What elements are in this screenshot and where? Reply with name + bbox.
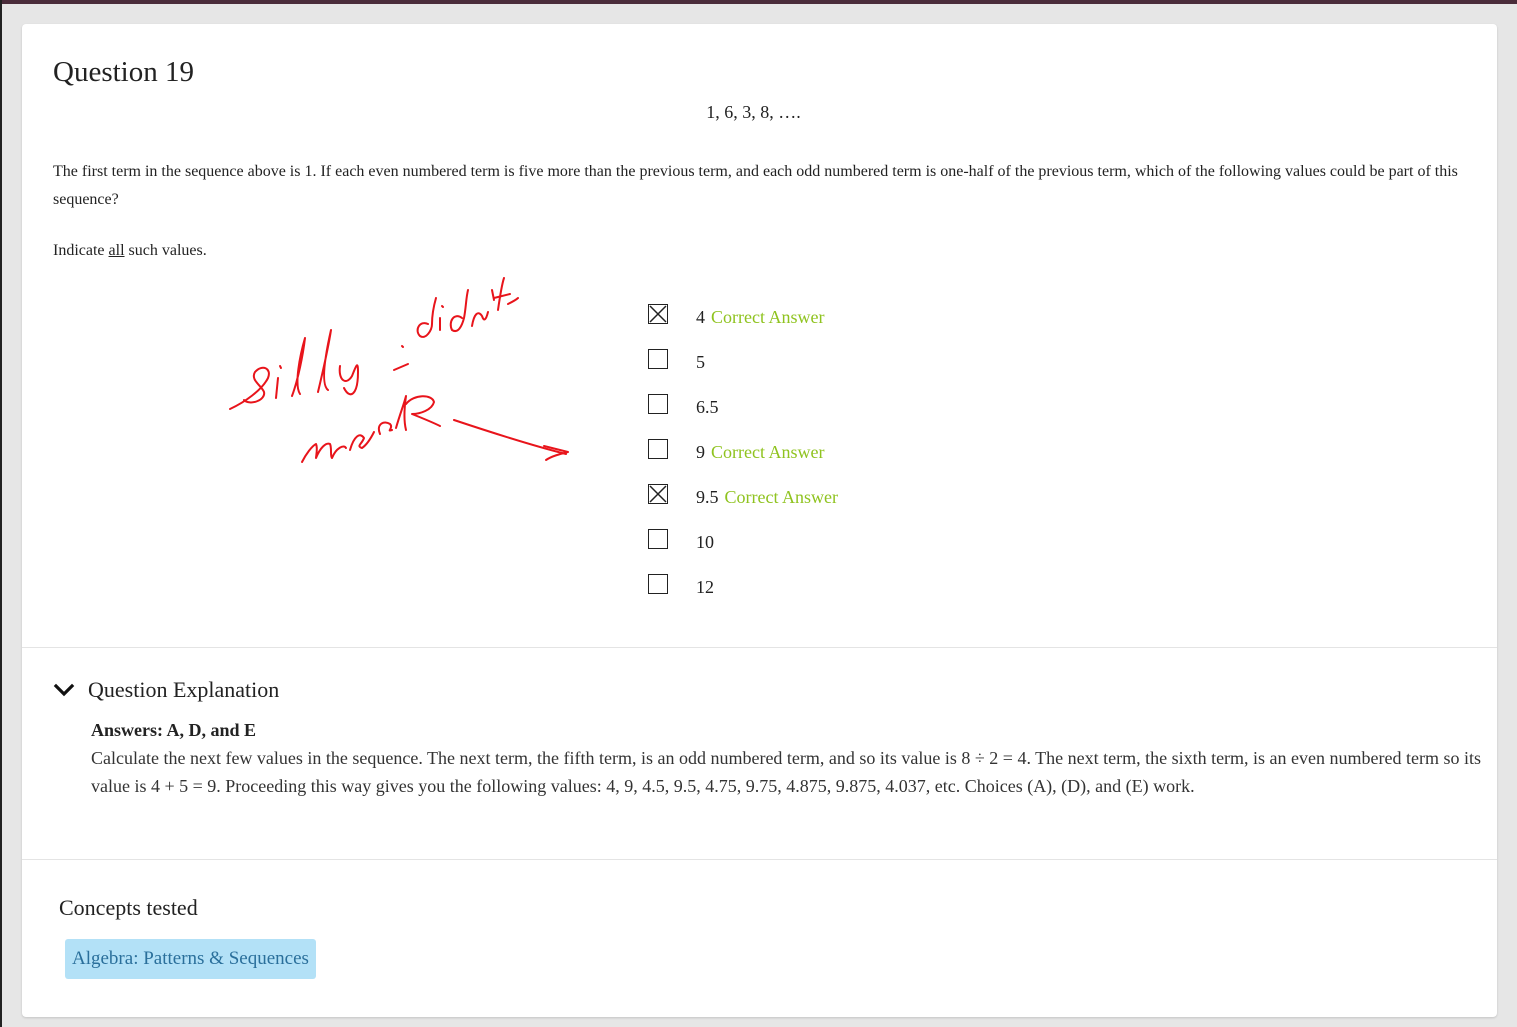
concepts-title: Concepts tested	[59, 895, 198, 920]
choice-b[interactable]: 5	[648, 345, 1048, 390]
explanation-heading: Question Explanation	[88, 677, 280, 702]
choice-f[interactable]: 10	[648, 525, 1048, 570]
window-top-border	[0, 0, 1517, 4]
empty-checkbox-icon[interactable]	[648, 349, 668, 369]
choice-c[interactable]: 6.5	[648, 390, 1048, 435]
choice-d[interactable]: 9 Correct Answer	[648, 435, 1048, 480]
choice-g[interactable]: 12	[648, 570, 1048, 615]
correct-answer-label: Correct Answer	[711, 442, 825, 462]
choice-label: 9 Correct Answer	[696, 442, 824, 463]
indicate-instruction: Indicate all such values.	[53, 242, 207, 260]
x-checkbox-icon[interactable]	[648, 484, 668, 504]
choice-label: 10	[696, 532, 714, 553]
question-title: Question 19	[53, 56, 194, 88]
explanation-toggle[interactable]: Question Explanation	[53, 677, 279, 703]
explanation-answers: Answers: A, D, and E	[91, 720, 257, 740]
chevron-down-icon[interactable]	[53, 679, 75, 701]
choice-label: 12	[696, 577, 714, 598]
indicate-pre: Indicate	[53, 242, 109, 259]
choice-value: 9	[696, 442, 705, 462]
choice-value: 5	[696, 352, 705, 372]
explanation-body: Answers: A, D, and E Calculate the next …	[91, 716, 1481, 800]
choice-value: 10	[696, 532, 714, 552]
window-left-border	[0, 0, 2, 1027]
divider	[22, 647, 1497, 648]
sequence-display: 1, 6, 3, 8, ….	[706, 102, 801, 122]
question-card: Question 19 1, 6, 3, 8, …. The first ter…	[22, 24, 1497, 1017]
choice-value: 6.5	[696, 397, 719, 417]
choice-e[interactable]: 9.5 Correct Answer	[648, 480, 1048, 525]
correct-answer-label: Correct Answer	[711, 307, 825, 327]
choice-value: 4	[696, 307, 705, 327]
explanation-text: Calculate the next few values in the seq…	[91, 748, 1481, 796]
indicate-post: such values.	[124, 242, 207, 259]
choice-label: 6.5	[696, 397, 719, 418]
choice-label: 5	[696, 352, 705, 373]
concept-tag[interactable]: Algebra: Patterns & Sequences	[65, 939, 316, 979]
correct-answer-label: Correct Answer	[724, 487, 838, 507]
choice-label: 9.5 Correct Answer	[696, 487, 838, 508]
choice-value: 12	[696, 577, 714, 597]
choice-a[interactable]: 4 Correct Answer	[648, 300, 1048, 345]
x-checkbox-icon[interactable]	[648, 304, 668, 324]
divider	[22, 859, 1497, 860]
answer-choices: 4 Correct Answer 5 6.5 9 Correct Answer 9.…	[648, 300, 1048, 615]
empty-checkbox-icon[interactable]	[648, 394, 668, 414]
choice-value: 9.5	[696, 487, 719, 507]
empty-checkbox-icon[interactable]	[648, 439, 668, 459]
empty-checkbox-icon[interactable]	[648, 574, 668, 594]
choice-label: 4 Correct Answer	[696, 307, 824, 328]
question-prompt: The first term in the sequence above is …	[53, 163, 1458, 208]
empty-checkbox-icon[interactable]	[648, 529, 668, 549]
indicate-all: all	[108, 242, 125, 259]
